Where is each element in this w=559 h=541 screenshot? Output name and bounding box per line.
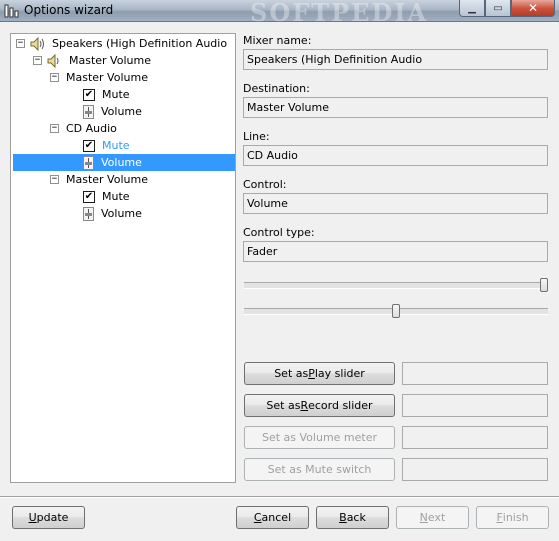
button-text: Set as — [266, 399, 301, 412]
button-accel: P — [308, 367, 315, 380]
control-field: Volume — [243, 193, 548, 214]
destination-field: Master Volume — [243, 97, 548, 118]
window-title: Options wizard — [24, 3, 114, 17]
play-slider-track[interactable] — [244, 282, 548, 289]
checkbox-icon[interactable]: ✔ — [83, 190, 95, 203]
minimize-button[interactable]: ▁ — [459, 0, 485, 17]
mixer-name-field: Speakers (High Definition Audio — [243, 49, 548, 70]
maximize-icon: ▭ — [493, 2, 503, 14]
collapse-icon[interactable]: − — [50, 124, 59, 133]
collapse-icon[interactable]: − — [50, 73, 59, 82]
tree-node-group1-mute[interactable]: ✔ Mute — [83, 86, 132, 103]
app-icon — [4, 4, 19, 18]
tree-node-label: CD Audio — [66, 122, 117, 135]
button-accel: N — [419, 511, 428, 524]
record-slider-assigned — [402, 394, 548, 417]
tree-node-group1-volume[interactable]: Volume — [83, 103, 144, 120]
tree-node-label: Mute — [102, 190, 130, 203]
button-text: ancel — [261, 511, 292, 524]
update-button[interactable]: Update — [12, 506, 85, 529]
button-text: pdate — [36, 511, 69, 524]
cancel-button[interactable]: Cancel — [236, 506, 309, 529]
destination-label: Destination: — [243, 82, 310, 95]
tree-node-group1[interactable]: − Master Volume — [50, 69, 150, 86]
mute-switch-assigned — [402, 458, 548, 481]
tree-node-label: Volume — [101, 105, 142, 118]
next-button[interactable]: Next — [396, 506, 469, 529]
button-text: ack — [346, 511, 366, 524]
tree-node-label: Master Volume — [66, 173, 148, 186]
tree-node-master-volume[interactable]: − Master Volume — [33, 52, 153, 69]
minimize-icon: ▁ — [468, 2, 476, 14]
mixer-tree[interactable]: − Speakers (High Definition Audio − Mast… — [10, 33, 236, 483]
collapse-icon[interactable]: − — [33, 56, 42, 65]
collapse-icon[interactable]: − — [16, 39, 25, 48]
button-accel: C — [253, 511, 262, 524]
checkbox-icon[interactable]: ✔ — [83, 88, 95, 101]
fader-icon — [83, 104, 94, 119]
tree-node-group3-mute[interactable]: ✔ Mute — [83, 188, 132, 205]
set-record-slider-button[interactable]: Set as Record slider — [244, 394, 395, 417]
tree-node-label: Master Volume — [66, 71, 148, 84]
tree-node-group3-volume[interactable]: Volume — [83, 205, 144, 222]
collapse-icon[interactable]: − — [50, 175, 59, 184]
button-accel: R — [300, 399, 309, 412]
control-type-label: Control type: — [243, 226, 315, 239]
control-label: Control: — [243, 178, 287, 191]
watermark: SOFTPEDIA — [250, 0, 429, 27]
tree-node-group2-volume[interactable]: Volume — [83, 154, 144, 171]
set-mute-switch-button[interactable]: Set as Mute switch — [244, 458, 395, 481]
play-slider-assigned — [402, 362, 548, 385]
finish-button[interactable]: Finish — [476, 506, 549, 529]
fader-icon — [83, 155, 94, 170]
button-text: inish — [502, 511, 529, 524]
speaker-icon — [47, 53, 59, 68]
record-slider-thumb[interactable] — [392, 304, 400, 318]
play-slider-thumb[interactable] — [540, 278, 548, 292]
footer-separator — [0, 496, 559, 498]
tree-node-label: Mute — [102, 139, 130, 152]
set-play-slider-button[interactable]: Set as Play slider — [244, 362, 395, 385]
back-button[interactable]: Back — [316, 506, 389, 529]
tree-node-group3[interactable]: − Master Volume — [50, 171, 150, 188]
speaker-icon — [30, 36, 44, 51]
button-text: Set as — [274, 367, 309, 380]
control-type-field: Fader — [243, 241, 548, 262]
tree-node-group2[interactable]: − CD Audio — [50, 120, 119, 137]
checkbox-icon[interactable]: ✔ — [83, 139, 95, 152]
tree-node-label: Master Volume — [69, 54, 151, 67]
maximize-button[interactable]: ▭ — [485, 0, 511, 17]
tree-node-group2-mute[interactable]: ✔ Mute — [83, 137, 132, 154]
tree-node-label: Mute — [102, 88, 130, 101]
button-accel: B — [339, 511, 347, 524]
button-text: ecord slider — [308, 399, 373, 412]
button-text: ext — [427, 511, 446, 524]
tree-node-speakers[interactable]: − Speakers (High Definition Audio — [16, 35, 229, 52]
volume-meter-assigned — [402, 426, 548, 449]
set-volume-meter-button[interactable]: Set as Volume meter — [244, 426, 395, 449]
mixer-name-label: Mixer name: — [243, 34, 312, 47]
button-text: lay slider — [314, 367, 365, 380]
close-button[interactable]: ✕ — [511, 0, 555, 17]
line-label: Line: — [243, 130, 270, 143]
tree-node-label: Speakers (High Definition Audio — [52, 37, 228, 50]
tree-node-label: Volume — [101, 156, 142, 169]
line-field: CD Audio — [243, 145, 548, 166]
close-icon: ✕ — [527, 1, 539, 15]
button-accel: U — [28, 511, 37, 524]
tree-node-label: Volume — [101, 207, 142, 220]
fader-icon — [83, 206, 94, 221]
title-bar: Options wizard SOFTPEDIA ▁ ▭ ✕ — [0, 0, 559, 27]
